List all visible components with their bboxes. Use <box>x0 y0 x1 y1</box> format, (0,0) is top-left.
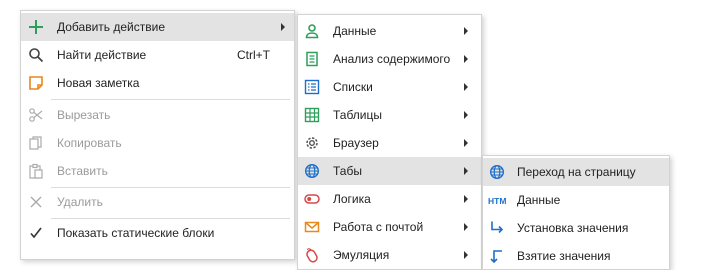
paste-icon <box>27 162 45 180</box>
scissors-icon <box>27 106 45 124</box>
submenu-arrow-icon <box>464 83 468 91</box>
menu-item-label: Вырезать <box>57 108 111 122</box>
menu-item-label: Найти действие <box>57 48 147 62</box>
menu-item-find-action[interactable]: Найти действие Ctrl+T <box>21 41 294 69</box>
tabs-submenu: Переход на страницу HTM Данные Установка… <box>482 155 670 270</box>
table-icon <box>303 106 321 124</box>
menu-item-new-note[interactable]: Новая заметка <box>21 69 294 97</box>
menu-item-delete[interactable]: Удалить <box>21 188 294 216</box>
shortcut-label: Ctrl+T <box>237 48 270 62</box>
checkmark-icon <box>27 224 45 242</box>
menu-item-label: Переход на страницу <box>517 165 636 179</box>
globe-icon <box>303 162 321 180</box>
submenu-item-tab-data[interactable]: HTM Данные <box>483 186 669 214</box>
submenu-item-set-value[interactable]: Установка значения <box>483 214 669 242</box>
close-icon <box>27 193 45 211</box>
submenu-item-get-value[interactable]: Взятие значения <box>483 242 669 270</box>
context-menu: Добавить действие Найти действие Ctrl+T … <box>20 10 295 260</box>
menu-item-label: Добавить действие <box>57 20 165 34</box>
submenu-arrow-icon <box>281 23 285 31</box>
mouse-icon <box>303 246 321 264</box>
arrow-left-down-icon <box>488 247 506 265</box>
submenu-arrow-icon <box>464 55 468 63</box>
plus-icon <box>27 18 45 36</box>
mail-icon <box>303 218 321 236</box>
submenu-item-content-analysis[interactable]: Анализ содержимого <box>298 45 481 73</box>
note-icon <box>27 74 45 92</box>
menu-item-label: Браузер <box>333 136 379 150</box>
submenu-item-emulation[interactable]: Эмуляция <box>298 241 481 269</box>
submenu-item-data[interactable]: Данные <box>298 17 481 45</box>
toggle-icon <box>303 190 321 208</box>
menu-separator <box>51 99 290 100</box>
menu-item-paste[interactable]: Вставить <box>21 157 294 185</box>
gear-icon <box>303 134 321 152</box>
menu-item-label: Показать статические блоки <box>57 226 215 240</box>
menu-item-label: Работа с почтой <box>333 220 424 234</box>
submenu-item-logic[interactable]: Логика <box>298 185 481 213</box>
menu-item-label: Данные <box>333 24 377 38</box>
submenu-arrow-icon <box>464 111 468 119</box>
submenu-arrow-icon <box>464 27 468 35</box>
menu-item-label: Новая заметка <box>57 76 140 90</box>
htm-icon-text: HTM <box>488 196 506 206</box>
submenu-item-mail[interactable]: Работа с почтой <box>298 213 481 241</box>
menu-item-label: Логика <box>333 192 371 206</box>
user-icon <box>303 22 321 40</box>
globe-icon <box>488 163 506 181</box>
submenu-item-tables[interactable]: Таблицы <box>298 101 481 129</box>
submenu-arrow-icon <box>464 139 468 147</box>
submenu-item-lists[interactable]: Списки <box>298 73 481 101</box>
menu-item-label: Копировать <box>57 136 122 150</box>
htm-icon: HTM <box>488 191 506 209</box>
document-icon <box>303 50 321 68</box>
menu-item-label: Установка значения <box>517 221 629 235</box>
menu-item-show-static-blocks[interactable]: Показать статические блоки <box>21 219 294 247</box>
submenu-item-browser[interactable]: Браузер <box>298 129 481 157</box>
add-action-submenu: Данные Анализ содержимого Списки Таблицы… <box>297 14 482 270</box>
submenu-arrow-icon <box>464 167 468 175</box>
copy-icon <box>27 134 45 152</box>
list-icon <box>303 78 321 96</box>
menu-item-label: Списки <box>333 80 373 94</box>
menu-item-add-action[interactable]: Добавить действие <box>21 13 294 41</box>
submenu-arrow-icon <box>464 195 468 203</box>
arrow-down-right-icon <box>488 219 506 237</box>
menu-item-copy[interactable]: Копировать <box>21 129 294 157</box>
submenu-item-tabs[interactable]: Табы <box>298 157 481 185</box>
menu-item-cut[interactable]: Вырезать <box>21 101 294 129</box>
submenu-arrow-icon <box>464 223 468 231</box>
menu-item-label: Вставить <box>57 164 108 178</box>
menu-item-label: Удалить <box>57 195 103 209</box>
search-icon <box>27 46 45 64</box>
menu-item-label: Эмуляция <box>333 248 390 262</box>
menu-item-label: Взятие значения <box>517 249 611 263</box>
menu-item-label: Анализ содержимого <box>333 52 451 66</box>
menu-item-label: Данные <box>517 193 561 207</box>
menu-item-label: Таблицы <box>333 108 383 122</box>
menu-item-label: Табы <box>333 164 362 178</box>
submenu-arrow-icon <box>464 251 468 259</box>
submenu-item-goto-page[interactable]: Переход на страницу <box>483 158 669 186</box>
